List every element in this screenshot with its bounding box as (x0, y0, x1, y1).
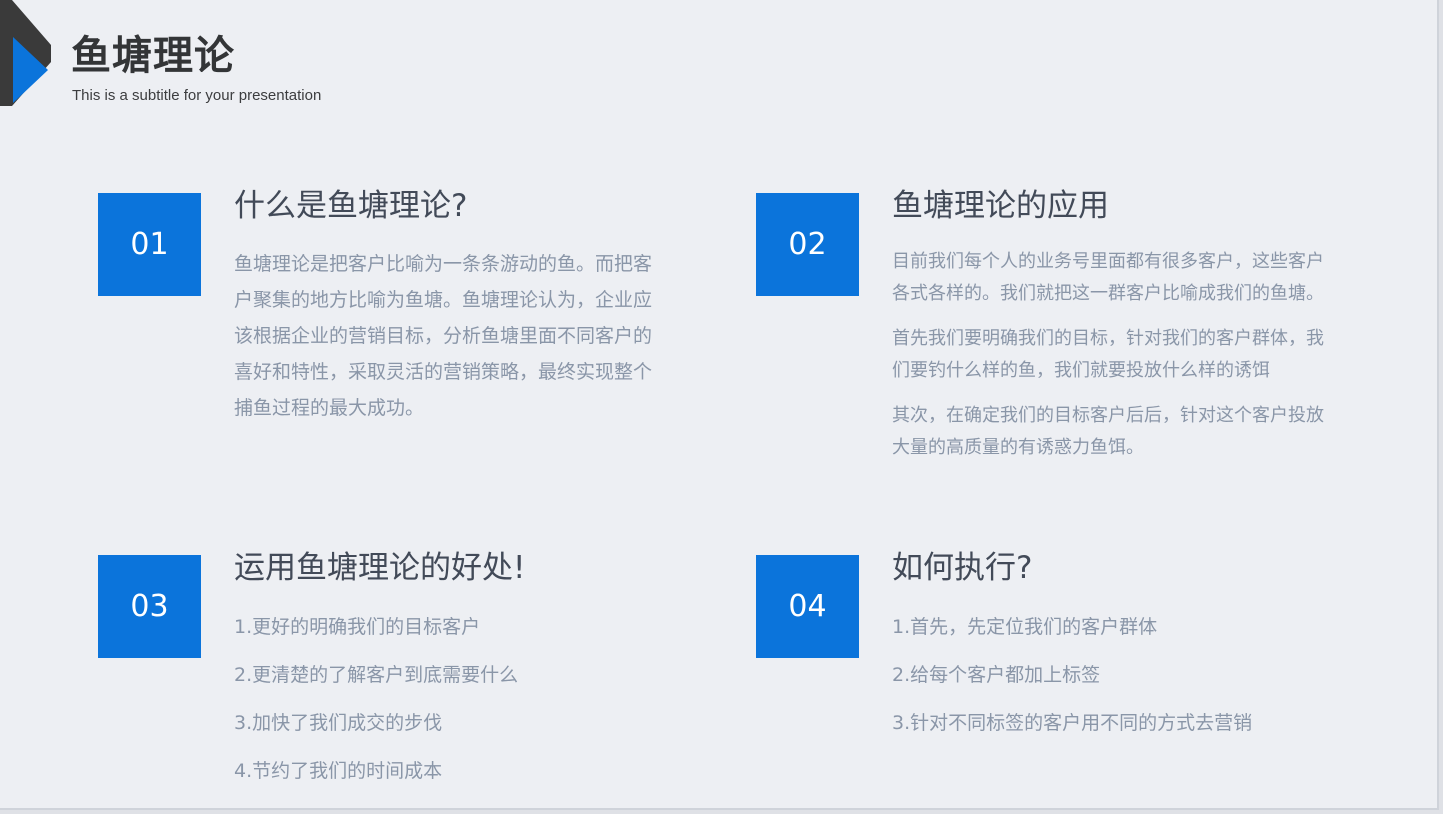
page-title: 鱼塘理论 (71, 33, 235, 79)
section-number-box: 02 (756, 193, 859, 296)
section-body: 目前我们每个人的业务号里面都有很多客户，这些客户各式各样的。我们就把这一群客户比… (892, 246, 1332, 477)
section-heading: 什么是鱼塘理论? (234, 188, 468, 224)
list-item: 2.给每个客户都加上标签 (892, 664, 1101, 686)
section-paragraph: 首先我们要明确我们的目标，针对我们的客户群体，我们要钓什么样的鱼，我们就要投放什… (892, 328, 1324, 381)
chevron-logo-icon (0, 0, 51, 106)
section-body: 1.更好的明确我们的目标客户 2.更清楚的了解客户到底需要什么 3.加快了我们成… (234, 603, 518, 795)
list-item: 1.更好的明确我们的目标客户 (234, 616, 481, 638)
section-number-box: 04 (756, 555, 859, 658)
section-number-box: 01 (98, 193, 201, 296)
list-item: 4.节约了我们的时间成本 (234, 760, 443, 782)
page-subtitle: This is a subtitle for your presentation (72, 87, 322, 104)
list-item: 3.加快了我们成交的步伐 (234, 712, 443, 734)
section-paragraph: 鱼塘理论是把客户比喻为一条条游动的鱼。而把客户聚集的地方比喻为鱼塘。鱼塘理论认为… (234, 253, 653, 419)
list-item: 2.更清楚的了解客户到底需要什么 (234, 664, 519, 686)
section-heading: 如何执行? (892, 550, 1033, 586)
section-body: 鱼塘理论是把客户比喻为一条条游动的鱼。而把客户聚集的地方比喻为鱼塘。鱼塘理论认为… (234, 246, 670, 426)
section-heading: 运用鱼塘理论的好处! (234, 550, 526, 586)
section-body: 1.首先，先定位我们的客户群体 2.给每个客户都加上标签 3.针对不同标签的客户… (892, 603, 1252, 747)
section-number-box: 03 (98, 555, 201, 658)
slide: 鱼塘理论 This is a subtitle for your present… (0, 0, 1439, 810)
section-paragraph: 目前我们每个人的业务号里面都有很多客户，这些客户各式各样的。我们就把这一群客户比… (892, 251, 1324, 304)
section-paragraph: 其次，在确定我们的目标客户后后，针对这个客户投放大量的高质量的有诱惑力鱼饵。 (892, 405, 1324, 458)
list-item: 1.首先，先定位我们的客户群体 (892, 616, 1158, 638)
section-heading: 鱼塘理论的应用 (892, 188, 1109, 224)
list-item: 3.针对不同标签的客户用不同的方式去营销 (892, 712, 1253, 734)
